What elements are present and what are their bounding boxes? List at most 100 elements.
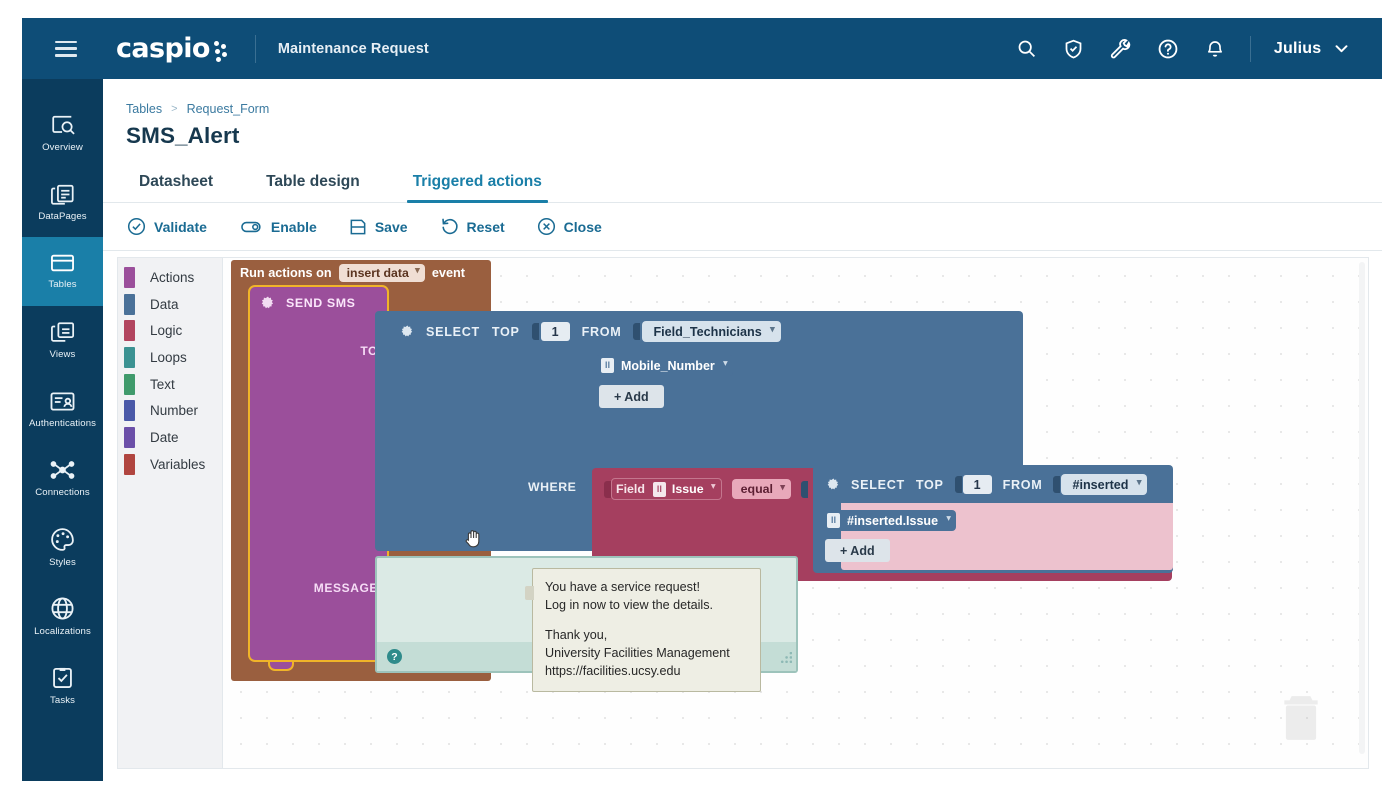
check-circle-icon <box>127 217 146 236</box>
x-circle-icon <box>537 217 555 236</box>
color-swatch <box>124 320 135 342</box>
sidebar-item-connections[interactable]: Connections <box>22 444 103 513</box>
top-bar-actions: Julius <box>1015 35 1382 62</box>
search-icon[interactable] <box>1015 37 1039 61</box>
column-field-chip[interactable]: ǀǀ Mobile_Number <box>596 355 733 376</box>
palette-label: Logic <box>150 323 183 339</box>
field-type-icon: ǀǀ <box>601 358 614 373</box>
nested-column-name: #inserted.Issue <box>847 513 939 528</box>
send-sms-message-port-label: MESSAGE <box>313 581 378 595</box>
color-swatch <box>124 293 135 315</box>
palette-label: Date <box>150 429 179 445</box>
socket <box>604 480 611 498</box>
sidebar-item-views[interactable]: Views <box>22 306 103 375</box>
nested-add-column-button[interactable]: + Add <box>825 539 890 562</box>
palette-item-actions[interactable]: Actions <box>118 264 222 291</box>
tab-datasheet[interactable]: Datasheet <box>133 173 219 202</box>
trigger-suffix: event <box>431 266 465 280</box>
breadcrumb: Tables > Request_Form <box>126 102 269 116</box>
nested-table-dropdown[interactable]: #inserted <box>1061 474 1148 495</box>
gear-icon[interactable] <box>401 325 414 338</box>
palette-label: Text <box>150 376 175 392</box>
palette-label: Actions <box>150 269 195 285</box>
save-button[interactable]: Save <box>349 218 408 236</box>
field-type-icon: ǀǀ <box>827 513 840 528</box>
hamburger-icon[interactable] <box>55 40 77 57</box>
top-bar: caspio Maintenance Request Julius <box>22 18 1382 79</box>
content-area: Tables > Request_Form SMS_Alert Datashee… <box>103 79 1382 781</box>
sidebar-item-label: Authentications <box>28 417 97 429</box>
sidebar-item-label: Tasks <box>49 694 76 706</box>
toolbar-label: Close <box>563 218 602 235</box>
palette-item-data[interactable]: Data <box>118 291 222 318</box>
trigger-event-dropdown[interactable]: insert data <box>338 263 425 283</box>
undo-arrow-icon <box>441 218 458 235</box>
bell-icon[interactable] <box>1203 37 1227 61</box>
user-menu[interactable]: Julius <box>1274 40 1348 58</box>
palette-item-loops[interactable]: Loops <box>118 344 222 371</box>
app-title: Maintenance Request <box>277 40 429 57</box>
nested-select-block[interactable]: SELECT TOP 1 FROM #inserted ▾ ǀǀ #insert… <box>813 465 1173 573</box>
brand-text: caspio <box>116 33 210 64</box>
table-dropdown[interactable]: Field_Technicians <box>642 321 781 342</box>
connections-icon <box>49 458 76 482</box>
reset-button[interactable]: Reset <box>440 217 505 236</box>
palette-item-date[interactable]: Date <box>118 424 222 451</box>
canvas-scrollbar[interactable] <box>1359 262 1365 754</box>
breadcrumb-root[interactable]: Tables <box>126 102 162 116</box>
top-value-input[interactable]: 1 <box>540 322 570 341</box>
sidebar-item-label: Views <box>49 349 76 361</box>
trigger-editor: Actions Data Logic Loops Text Number Dat… <box>117 257 1369 769</box>
wrench-icon[interactable] <box>1109 37 1133 61</box>
add-column-button[interactable]: + Add <box>599 385 664 408</box>
trash-can-icon[interactable] <box>1280 692 1322 742</box>
socket <box>633 323 641 340</box>
tab-triggered-actions[interactable]: Triggered actions <box>406 173 549 203</box>
palette-item-variables[interactable]: Variables <box>118 451 222 478</box>
block-notch <box>268 662 294 671</box>
socket <box>800 480 808 498</box>
color-swatch <box>124 426 135 448</box>
select-block-to[interactable]: SELECT TOP 1 FROM Field_Technicians ǀǀ M… <box>375 311 1173 581</box>
sidebar-item-tasks[interactable]: Tasks <box>22 651 103 720</box>
keyword-from: FROM <box>1002 477 1043 492</box>
nested-column-field-chip[interactable]: ǀǀ #inserted.Issue <box>822 510 957 531</box>
send-sms-block[interactable]: SEND SMS TO MESSAGE <box>248 285 389 671</box>
help-circle-icon[interactable] <box>1156 37 1180 61</box>
sidebar-item-authentications[interactable]: Authentications <box>22 375 103 444</box>
sidebar-item-datapages[interactable]: DataPages <box>22 168 103 237</box>
toolbar-label: Validate <box>154 218 207 235</box>
tooltip-line-4: University Facilities Management <box>545 645 730 660</box>
block-canvas[interactable]: Run actions on insert data event SEND SM… <box>223 258 1368 768</box>
palette-label: Number <box>150 403 199 419</box>
sidebar-item-styles[interactable]: Styles <box>22 513 103 582</box>
palette-item-number[interactable]: Number <box>118 397 222 424</box>
chevron-down-icon <box>1335 44 1348 52</box>
tab-table-design[interactable]: Table design <box>260 173 366 202</box>
breadcrumb-current[interactable]: Request_Form <box>187 102 270 116</box>
sidebar-item-overview[interactable]: Overview <box>22 99 103 168</box>
close-button[interactable]: Close <box>537 217 602 236</box>
resize-handle-icon[interactable] <box>779 652 792 665</box>
operator-dropdown[interactable]: equal <box>731 479 791 499</box>
question-mark-icon[interactable]: ? <box>387 649 402 664</box>
field-word: Field <box>616 482 645 496</box>
shield-check-icon[interactable] <box>1062 37 1086 61</box>
palette-item-logic[interactable]: Logic <box>118 317 222 344</box>
floppy-disk-icon <box>350 219 366 234</box>
divider <box>1249 35 1251 62</box>
sidebar-item-localizations[interactable]: Localizations <box>22 582 103 651</box>
sidebar: Overview DataPages Tables Views Authenti… <box>22 79 103 781</box>
enable-button[interactable]: Enable <box>239 219 317 235</box>
gear-icon[interactable] <box>827 478 840 491</box>
keyword-select: SELECT <box>851 477 905 492</box>
nested-top-value-input[interactable]: 1 <box>962 475 992 494</box>
condition-field-chip[interactable]: Field ǀǀ Issue <box>611 478 722 500</box>
palette-item-text[interactable]: Text <box>118 371 222 398</box>
sidebar-item-tables[interactable]: Tables <box>22 237 103 306</box>
select-header: SELECT TOP 1 FROM Field_Technicians <box>375 311 1023 342</box>
validate-button[interactable]: Validate <box>127 217 207 236</box>
block-palette: Actions Data Logic Loops Text Number Dat… <box>118 258 223 768</box>
authentications-icon <box>49 390 76 413</box>
gear-icon[interactable] <box>261 296 275 310</box>
